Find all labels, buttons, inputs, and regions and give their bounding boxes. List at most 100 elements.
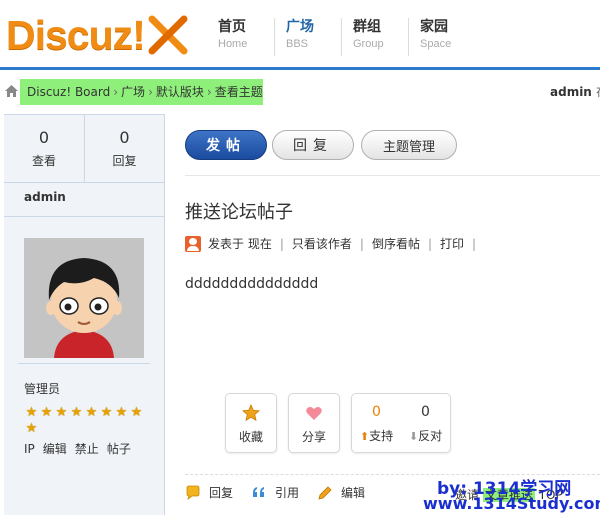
logo-text: Discuz! <box>6 11 146 58</box>
post-time: 发表于 现在 <box>208 237 272 251</box>
divider <box>185 175 600 176</box>
rank-star-icon: ★ <box>25 405 38 420</box>
meta-separator: | <box>359 236 364 251</box>
action-toolbar: 发帖 回复 主题管理 <box>185 130 457 160</box>
arrow-down-icon: ⬇ <box>408 430 419 443</box>
thread-manage-button[interactable]: 主题管理 <box>361 130 457 160</box>
stat-views: 0 查看 <box>4 115 84 182</box>
meta-separator: | <box>279 236 284 251</box>
breadcrumb-forum[interactable]: 默认版块 <box>156 85 204 99</box>
rank-star-icon: ★ <box>70 405 83 420</box>
post-main: 发帖 回复 主题管理 推送论坛帖子 发表于 现在 | 只看该作者 | 倒序看帖 … <box>165 114 600 515</box>
nav-bbs-sub: BBS <box>286 38 309 50</box>
author-name[interactable]: admin <box>24 190 66 204</box>
print-link[interactable]: 打印 <box>440 235 464 252</box>
nav-group-label: 群组 <box>353 19 381 35</box>
quote-link-label: 引用 <box>275 486 300 500</box>
breadcrumb: Discuz! Board › 广场 › 默认版块 › 查看主题 <box>27 84 263 100</box>
logo-x-icon <box>148 15 188 55</box>
oppose-label: 反对 <box>418 429 443 443</box>
pencil-icon <box>318 485 332 500</box>
favorite-button[interactable]: 收藏 <box>225 393 277 453</box>
breadcrumb-current: 查看主题 <box>214 85 263 99</box>
header: Discuz! 首页 Home 广场 BBS 群组 Group 家园 Space <box>0 0 600 70</box>
thread-stats: 0 查看 0 回复 <box>4 115 164 183</box>
avatar[interactable] <box>24 238 144 358</box>
share-button[interactable]: 分享 <box>288 393 340 453</box>
rank-stars: ★ ★ ★ ★ ★ ★ ★ ★★ <box>24 405 156 437</box>
nav-space-label: 家园 <box>420 19 448 35</box>
breadcrumb-board[interactable]: Discuz! Board <box>27 85 110 99</box>
stat-replies: 0 回复 <box>84 115 164 182</box>
op-ip[interactable]: IP <box>24 442 35 456</box>
author-online-icon <box>185 235 201 252</box>
post-title: 推送论坛帖子 <box>185 202 293 223</box>
star-icon <box>226 403 276 422</box>
user-group: 管理员 <box>24 382 61 396</box>
breadcrumb-separator: › <box>206 85 212 99</box>
header-divider <box>0 67 600 70</box>
edit-link[interactable]: 编辑 <box>317 484 365 501</box>
rank-star-icon: ★ <box>130 405 143 420</box>
quote-link[interactable]: 引用 <box>251 484 299 501</box>
top-user[interactable]: admin 在 <box>550 84 600 100</box>
oppose-label-wrap: ⬇反对 <box>401 427 450 444</box>
rank-star-icon: ★ <box>55 405 68 420</box>
new-post-button[interactable]: 发帖 <box>185 130 267 160</box>
op-edit[interactable]: 编辑 <box>43 442 67 456</box>
oppose-button[interactable]: 0 ⬇反对 <box>401 394 450 452</box>
rank-star-icon: ★ <box>85 405 98 420</box>
replies-label: 回复 <box>112 154 137 168</box>
nav-home-label: 首页 <box>218 19 246 35</box>
main-nav: 首页 Home 广场 BBS 群组 Group 家园 Space <box>207 18 475 56</box>
op-posts[interactable]: 帖子 <box>107 442 131 456</box>
top-username: admin <box>550 85 592 99</box>
admin-ops: IP 编辑 禁止 帖子 <box>24 440 139 457</box>
reverse-order-link[interactable]: 倒序看帖 <box>372 235 420 252</box>
breadcrumb-separator: › <box>113 85 119 99</box>
rank-star-icon: ★ <box>100 405 113 420</box>
reply-link-label: 回复 <box>209 486 234 500</box>
nav-home[interactable]: 首页 Home <box>207 18 274 56</box>
meta-separator: | <box>427 236 432 251</box>
breadcrumb-square[interactable]: 广场 <box>121 85 145 99</box>
post-meta: 发表于 现在 | 只看该作者 | 倒序看帖 | 打印 | <box>185 235 484 252</box>
post-ops: 回复 引用 编辑 <box>185 484 383 501</box>
rank-star-icon: ★ <box>115 405 128 420</box>
reply-link[interactable]: 回复 <box>185 484 233 501</box>
nav-space[interactable]: 家园 Space <box>408 18 475 56</box>
reply-button[interactable]: 回复 <box>272 130 354 160</box>
nav-bbs[interactable]: 广场 BBS <box>274 18 341 56</box>
op-ban[interactable]: 禁止 <box>75 442 99 456</box>
post-body: ddddddddddddddd <box>185 276 319 292</box>
heart-icon <box>289 404 339 422</box>
breadcrumb-separator: › <box>148 85 153 99</box>
nav-bbs-label: 广场 <box>286 19 314 35</box>
quote-icon <box>253 486 265 497</box>
home-icon[interactable] <box>4 84 19 98</box>
avatar-image <box>24 238 144 358</box>
views-label: 查看 <box>31 154 56 168</box>
support-label: 支持 <box>369 429 394 443</box>
top-user-status: 在 <box>596 85 600 99</box>
meta-separator: | <box>472 236 477 251</box>
author-sidebar: 0 查看 0 回复 admin 管理员 ★ ★ ★ ★ ★ ★ ★ ★★ IP … <box>4 114 165 515</box>
discuz-logo[interactable]: Discuz! <box>6 12 190 58</box>
support-button[interactable]: 0 ⬆支持 <box>352 394 401 452</box>
vote-box: 0 ⬆支持 0 ⬇反对 <box>351 393 451 453</box>
favorite-label: 收藏 <box>238 430 263 444</box>
rank-star-icon: ★ <box>40 405 53 420</box>
watermark-line2: www.1314Study.com <box>423 494 600 513</box>
nav-group[interactable]: 群组 Group <box>341 18 408 56</box>
only-author-link[interactable]: 只看该作者 <box>292 235 352 252</box>
page: Discuz! 首页 Home 广场 BBS 群组 Group 家园 Space <box>0 0 600 515</box>
breadcrumb-row: Discuz! Board›广场›默认版块›查看主题 admin 在 <box>0 74 600 110</box>
support-count: 0 <box>372 404 381 420</box>
divider <box>4 216 164 217</box>
replies-count: 0 <box>119 128 130 147</box>
rank-star-icon: ★ <box>25 421 38 436</box>
views-count: 0 <box>38 128 50 147</box>
edit-link-label: 编辑 <box>341 486 366 500</box>
support-label-wrap: ⬆支持 <box>352 427 401 444</box>
arrow-up-icon: ⬆ <box>359 430 370 443</box>
